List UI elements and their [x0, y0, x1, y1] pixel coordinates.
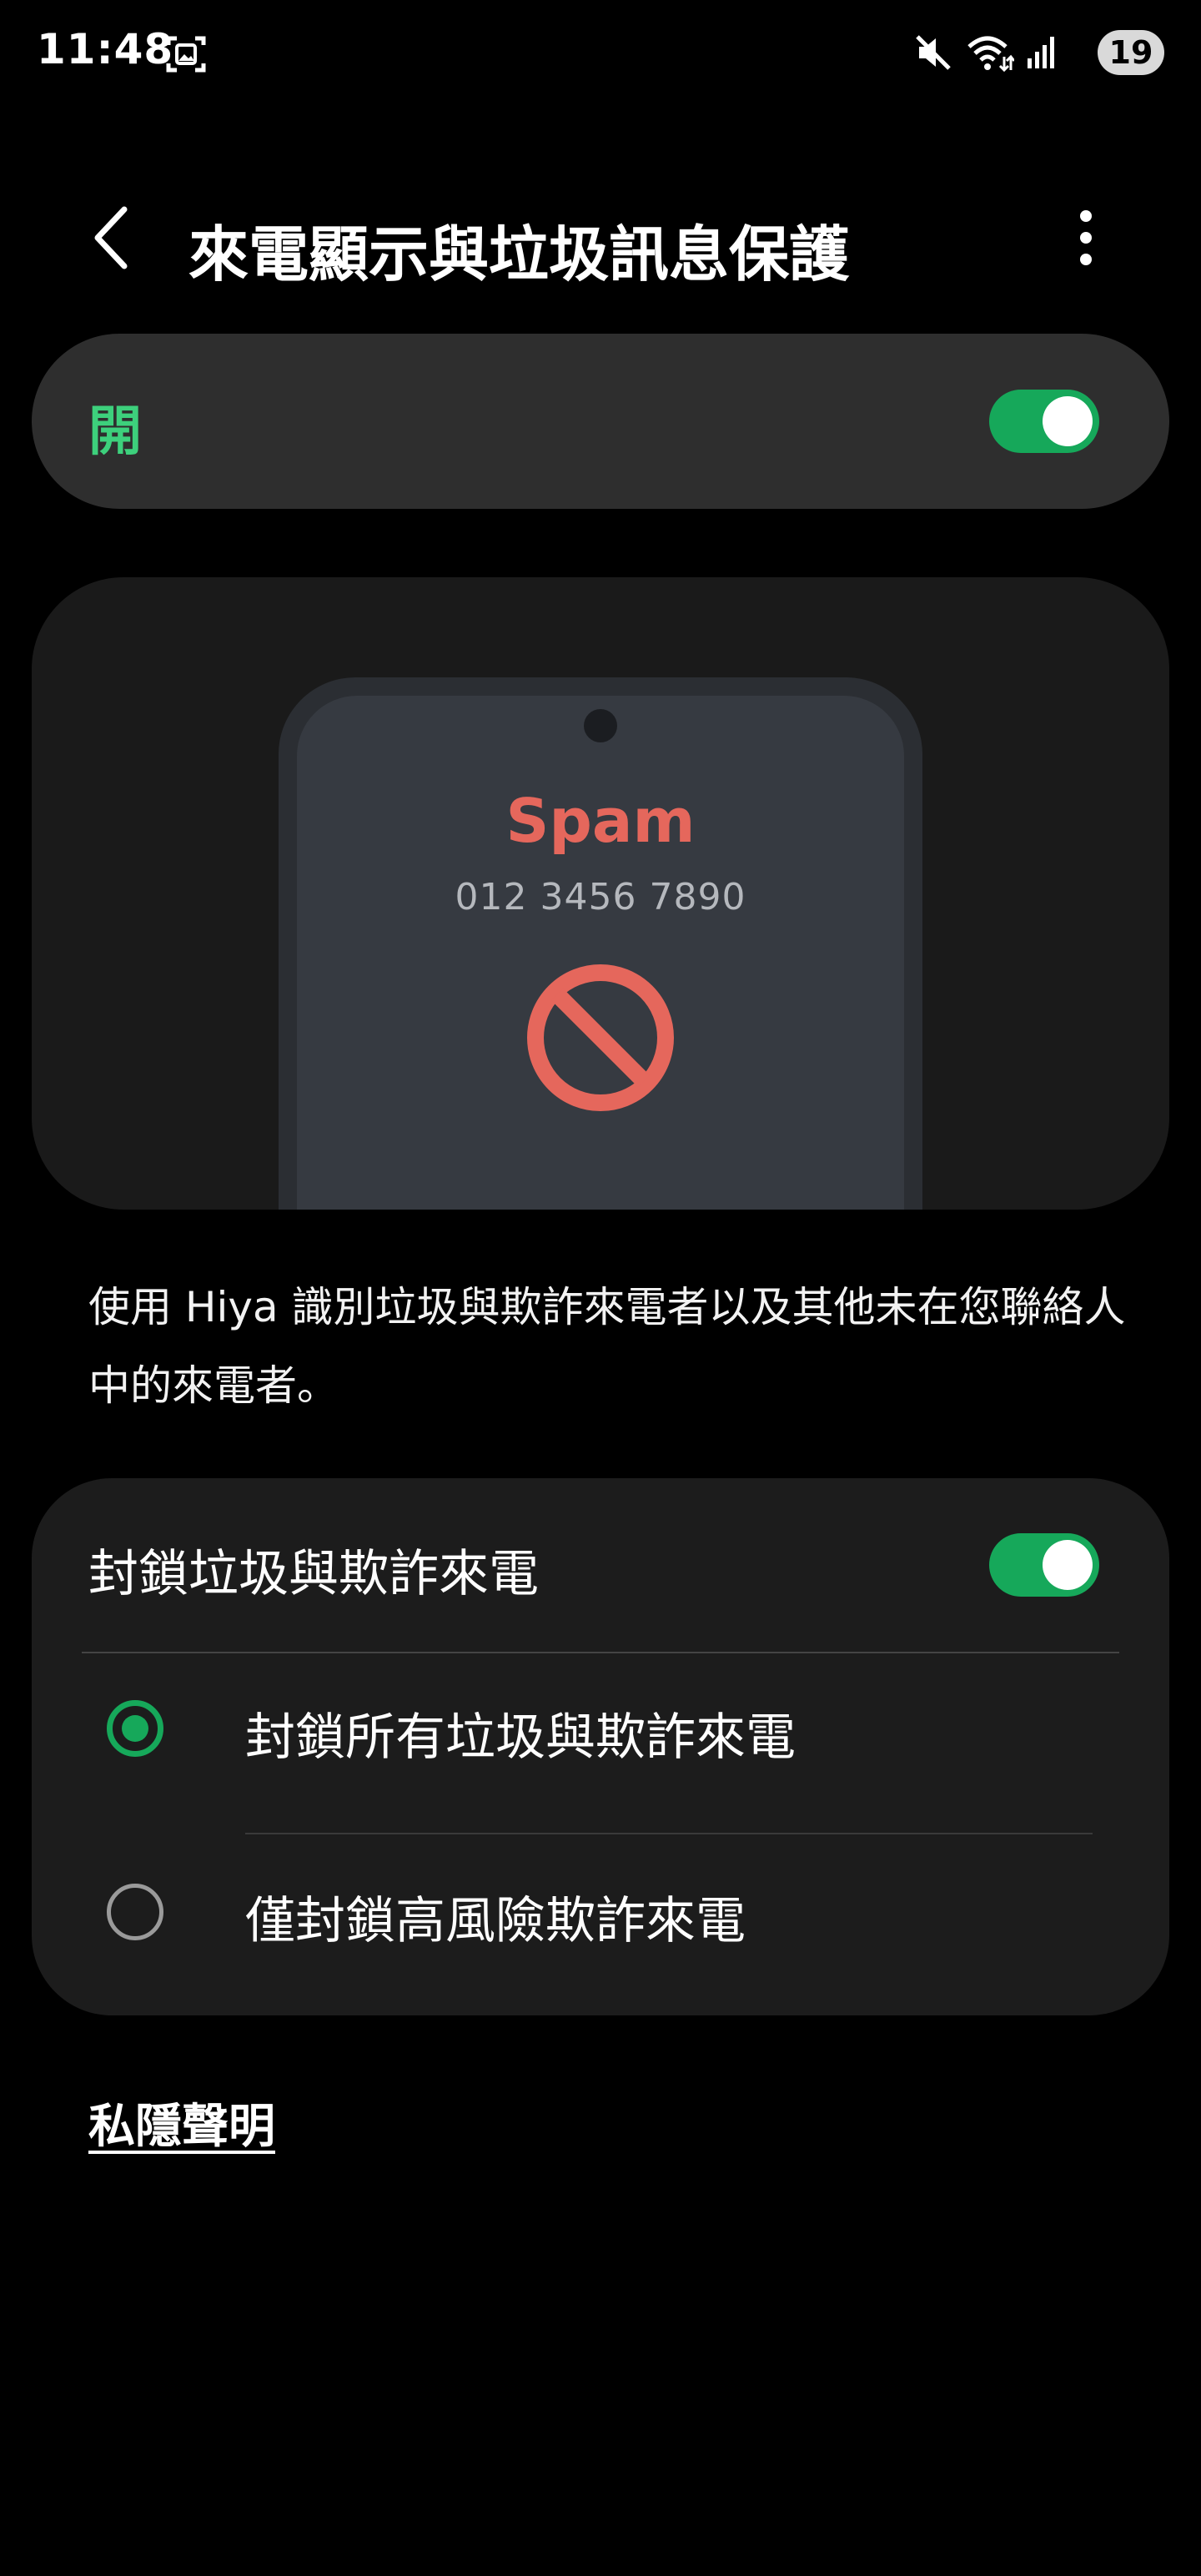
radio-option-block-all[interactable]: 封鎖所有垃圾與欺詐來電 — [32, 1653, 1169, 1820]
phone-screen: Spam 012 3456 7890 — [297, 696, 904, 1210]
master-switch-bar[interactable]: 開 — [32, 334, 1169, 509]
battery-icon: 19 — [1098, 30, 1164, 75]
wifi-icon — [966, 33, 1016, 75]
camera-hole — [584, 709, 617, 742]
spam-label: Spam — [505, 786, 696, 856]
back-arrow-icon — [94, 206, 128, 269]
mute-icon — [914, 33, 952, 75]
status-time: 11:48 — [37, 25, 174, 73]
back-button[interactable] — [80, 202, 143, 274]
master-toggle[interactable] — [989, 390, 1099, 453]
radio-label: 僅封鎖高風險欺詐來電 — [245, 1892, 746, 1950]
radio-button-selected[interactable] — [107, 1700, 163, 1757]
more-vert-icon — [1080, 210, 1092, 265]
signal-icon — [1026, 33, 1059, 73]
radio-button-unselected[interactable] — [107, 1884, 163, 1940]
app-bar: 來電顯示與垃圾訊息保護 — [0, 184, 1201, 292]
page-title: 來電顯示與垃圾訊息保護 — [188, 219, 850, 289]
master-switch-label: 開 — [88, 401, 142, 463]
toggle-knob — [1043, 396, 1093, 446]
divider — [245, 1833, 1093, 1834]
spam-phone-number: 012 3456 7890 — [455, 876, 746, 918]
screenshot-icon — [165, 33, 207, 75]
block-settings-card: 封鎖垃圾與欺詐來電 封鎖所有垃圾與欺詐來電 僅封鎖高風險欺詐來電 — [32, 1478, 1169, 2015]
phone-illustration: Spam 012 3456 7890 — [279, 677, 922, 1210]
radio-option-high-risk-only[interactable]: 僅封鎖高風險欺詐來電 — [32, 1835, 1169, 2002]
description-text: 使用 Hiya 識別垃圾與欺詐來電者以及其他未在您聯絡人中的來電者。 — [88, 1283, 1126, 1410]
privacy-notice-link[interactable]: 私隱聲明 — [88, 2089, 275, 2156]
block-icon — [525, 963, 676, 1113]
block-spam-toggle[interactable] — [989, 1533, 1099, 1597]
more-options-button[interactable] — [1059, 202, 1113, 274]
status-bar: 11:48 19 — [0, 0, 1201, 108]
block-spam-label: 封鎖垃圾與欺詐來電 — [88, 1545, 539, 1603]
radio-label: 封鎖所有垃圾與欺詐來電 — [245, 1708, 796, 1767]
illustration-card: Spam 012 3456 7890 — [32, 577, 1169, 1210]
status-icons: 19 — [914, 28, 1164, 78]
toggle-knob — [1043, 1540, 1093, 1590]
radio-dot — [122, 1715, 148, 1742]
